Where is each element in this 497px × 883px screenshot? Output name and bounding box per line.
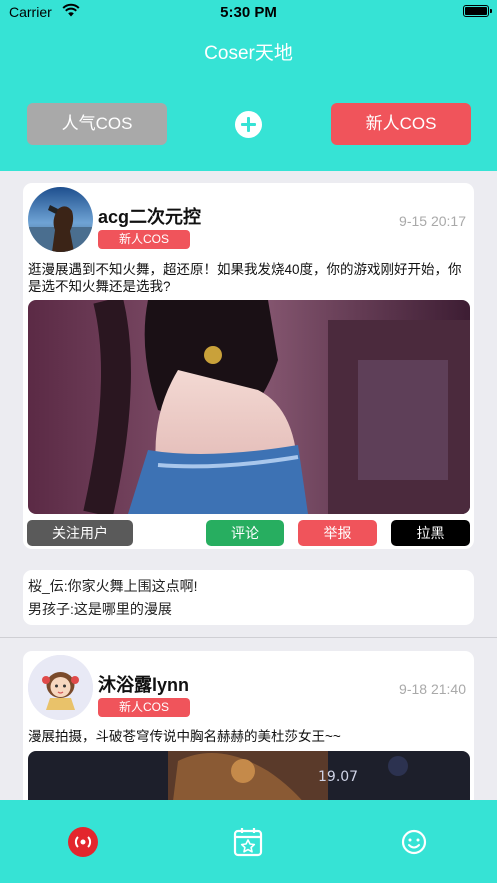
popular-cos-button[interactable]: 人气COS: [27, 103, 167, 145]
post-time: 9-18 21:40: [399, 681, 466, 697]
follow-user-button[interactable]: 关注用户: [27, 520, 133, 546]
post-text: 漫展拍摄，斗破苍穹传说中胸名赫赫的美杜莎女王~~: [28, 729, 341, 744]
new-cos-button[interactable]: 新人COS: [331, 103, 471, 145]
divider: [0, 637, 497, 638]
new-cos-badge: 新人COS: [98, 698, 190, 717]
comment-list: 桜_伝:你家火舞上围这点啊! 男孩子:这是哪里的漫展: [23, 570, 474, 625]
status-bar: Carrier 5:30 PM: [0, 0, 497, 26]
live-icon: [68, 827, 98, 857]
post-time: 9-15 20:17: [399, 213, 466, 229]
block-button[interactable]: 拉黑: [391, 520, 470, 546]
avatar[interactable]: [28, 187, 93, 252]
battery-icon: [463, 5, 492, 17]
tab-favorites[interactable]: [232, 826, 264, 858]
star-calendar-icon: [233, 828, 263, 857]
clock: 5:30 PM: [220, 4, 277, 21]
new-cos-badge: 新人COS: [98, 230, 190, 249]
comment-item[interactable]: 男孩子:这是哪里的漫展: [28, 598, 469, 621]
avatar[interactable]: [28, 655, 93, 720]
post-text: 逛漫展遇到不知火舞，超还原！如果我发烧40度，你的游戏刚好开始，你是选不知火舞还…: [28, 262, 462, 294]
post-image[interactable]: [28, 300, 470, 514]
tab-live[interactable]: [67, 826, 99, 858]
svg-text:19.07: 19.07: [318, 769, 358, 785]
page-title: Coser天地: [204, 43, 293, 64]
smile-icon: [401, 829, 427, 855]
report-button[interactable]: 举报: [298, 520, 377, 546]
post-card: acg二次元控 新人COS 9-15 20:17 逛漫展遇到不知火舞，超还原！如…: [23, 183, 474, 549]
username[interactable]: acg二次元控: [98, 203, 201, 229]
post-card: 沐浴露lynn 新人COS 9-18 21:40 漫展拍摄，斗破苍穹传说中胸名赫…: [23, 651, 474, 811]
add-post-button[interactable]: [235, 111, 262, 138]
comment-button[interactable]: 评论: [206, 520, 284, 546]
comment-item[interactable]: 桜_伝:你家火舞上围这点啊!: [28, 575, 469, 598]
header: Carrier 5:30 PM Coser天地 人气COS 新人COS: [0, 0, 497, 171]
username[interactable]: 沐浴露lynn: [98, 671, 189, 697]
tab-bar: [0, 800, 497, 883]
tab-profile[interactable]: [398, 826, 430, 858]
